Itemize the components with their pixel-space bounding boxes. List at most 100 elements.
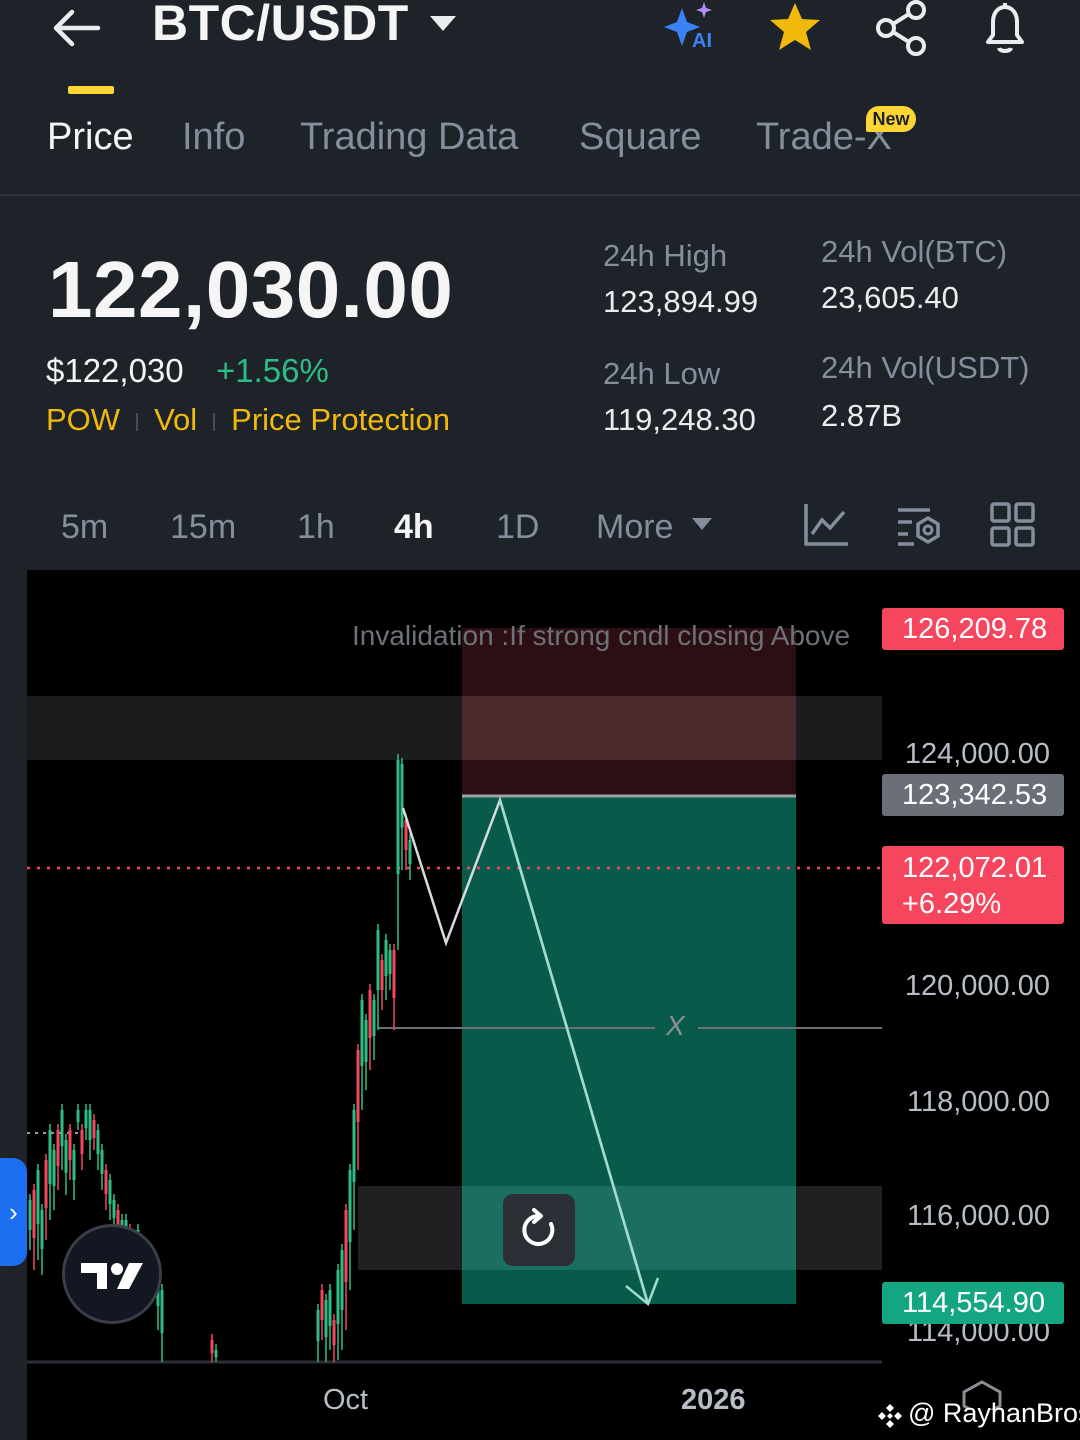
- interval-4h[interactable]: 4h: [394, 508, 434, 547]
- pair-dropdown-caret-icon[interactable]: [430, 16, 456, 31]
- candle-body: [108, 1180, 112, 1204]
- candle-body: [100, 1150, 104, 1174]
- binance-watermark-icon: [878, 1404, 902, 1428]
- trading-pair-title[interactable]: BTC/USDT: [152, 0, 409, 52]
- tag-pow[interactable]: POW: [46, 402, 120, 437]
- candle-body: [210, 1340, 214, 1354]
- asset-tags: POW Vol Price Protection: [46, 402, 450, 438]
- candle-body: [316, 1310, 320, 1342]
- candle-body: [64, 1140, 68, 1173]
- candle-body: [376, 930, 380, 990]
- tab-square[interactable]: Square: [579, 116, 702, 159]
- candle-body: [348, 1170, 352, 1242]
- tradingview-logo[interactable]: [62, 1224, 162, 1324]
- candle-body: [80, 1130, 84, 1154]
- layout-grid-icon[interactable]: [988, 500, 1038, 550]
- ai-sparkle-icon[interactable]: AI: [660, 0, 718, 56]
- axis-label-124000: 124,000.00: [904, 738, 1050, 770]
- candle-body: [344, 1210, 348, 1282]
- app-header: BTC/USDT AI: [0, 0, 1080, 100]
- interval-1h[interactable]: 1h: [297, 508, 335, 547]
- tab-price[interactable]: Price: [47, 116, 134, 159]
- candle-body: [32, 1190, 36, 1238]
- candle-body: [336, 1270, 340, 1324]
- chart-settings-icon[interactable]: [894, 500, 944, 550]
- candle-body: [388, 950, 392, 974]
- tradingview-logo-icon: [81, 1263, 143, 1289]
- candle-body: [52, 1150, 56, 1186]
- favorite-star-icon[interactable]: [766, 0, 824, 56]
- new-badge: New: [866, 106, 916, 132]
- interval-more[interactable]: More: [596, 508, 673, 547]
- high-24h-label: 24h High: [603, 238, 728, 273]
- candle-body: [84, 1110, 88, 1128]
- creator-watermark: @ RayhanBros: [908, 1398, 1080, 1428]
- high-24h-value: 123,894.99: [603, 284, 759, 319]
- vol-btc-value: 23,605.40: [821, 280, 959, 315]
- target-price-tag: 114,554.90: [882, 1282, 1064, 1324]
- axis-label-116000: 116,000.00: [907, 1200, 1050, 1232]
- price-change-percent: +1.56%: [216, 352, 329, 389]
- vol-usdt-value: 2.87B: [821, 398, 903, 433]
- candle-body: [56, 1130, 60, 1166]
- candle-body: [28, 1200, 32, 1230]
- candle-body: [324, 1300, 328, 1338]
- vol-btc-label: 24h Vol(BTC): [821, 234, 1008, 269]
- candle-body: [352, 1110, 356, 1182]
- usd-price: $122,030: [46, 352, 184, 389]
- chevron-down-icon: [692, 518, 712, 530]
- tag-price-protection[interactable]: Price Protection: [231, 402, 450, 437]
- tab-trading-data[interactable]: Trading Data: [300, 116, 518, 159]
- side-panel-toggle[interactable]: ›: [0, 1158, 27, 1266]
- candle-body: [332, 1320, 336, 1346]
- time-label-oct: Oct: [323, 1384, 369, 1416]
- share-icon[interactable]: [872, 0, 930, 56]
- entry-price-tag: 123,342.53: [882, 774, 1064, 816]
- stop-price-tag: 126,209.78: [882, 608, 1064, 650]
- candle-body: [214, 1350, 218, 1358]
- candle-body: [372, 1000, 376, 1036]
- candle-body: [72, 1150, 76, 1180]
- candle-body: [40, 1210, 44, 1249]
- interval-5m[interactable]: 5m: [61, 508, 108, 547]
- time-label-2026: 2026: [681, 1384, 746, 1416]
- candle-body: [96, 1130, 100, 1154]
- last-price-tag: 122,072.01 +6.29%: [882, 846, 1064, 924]
- interval-15m[interactable]: 15m: [170, 508, 236, 547]
- tag-divider: [213, 412, 216, 431]
- axis-label-118000: 118,000.00: [907, 1086, 1050, 1118]
- candle-body: [60, 1110, 64, 1146]
- reset-chart-button[interactable]: [503, 1194, 575, 1266]
- level-line-label: X: [666, 1010, 685, 1041]
- candle-body: [88, 1110, 92, 1140]
- vol-usdt-label: 24h Vol(USDT): [821, 350, 1030, 385]
- candle-body: [320, 1290, 324, 1320]
- indicator-chart-icon[interactable]: [802, 500, 852, 550]
- candle-body: [340, 1250, 344, 1310]
- candle-body: [104, 1170, 108, 1194]
- candle-body: [400, 764, 404, 828]
- candle-body: [48, 1130, 52, 1184]
- interval-1d[interactable]: 1D: [496, 508, 539, 547]
- back-arrow-icon[interactable]: [48, 4, 104, 52]
- candle-body: [356, 1050, 360, 1122]
- candle-body: [160, 1290, 164, 1334]
- candle-body: [384, 940, 388, 976]
- candle-body: [380, 960, 384, 990]
- detail-tabs: Price Info Trading Data Square Trade-X: [0, 100, 1080, 196]
- candle-body: [360, 1000, 364, 1066]
- refresh-icon: [522, 1208, 555, 1246]
- stop-zone-overlap: [462, 696, 796, 760]
- last-price: 122,030.00: [48, 245, 454, 334]
- candle-body: [392, 950, 396, 998]
- invalidation-note[interactable]: Invalidation :If strong cndl closing Abo…: [352, 620, 850, 652]
- last-price-tag-value: 122,072.01: [902, 852, 1048, 884]
- candle-body: [364, 1020, 368, 1062]
- bell-icon[interactable]: [976, 0, 1034, 56]
- candle-body: [368, 990, 372, 1038]
- candle-body: [396, 760, 400, 874]
- tag-vol[interactable]: Vol: [154, 402, 197, 437]
- tab-info[interactable]: Info: [182, 116, 245, 159]
- chevron-right-icon: ›: [9, 1197, 18, 1227]
- candle-body: [92, 1120, 96, 1138]
